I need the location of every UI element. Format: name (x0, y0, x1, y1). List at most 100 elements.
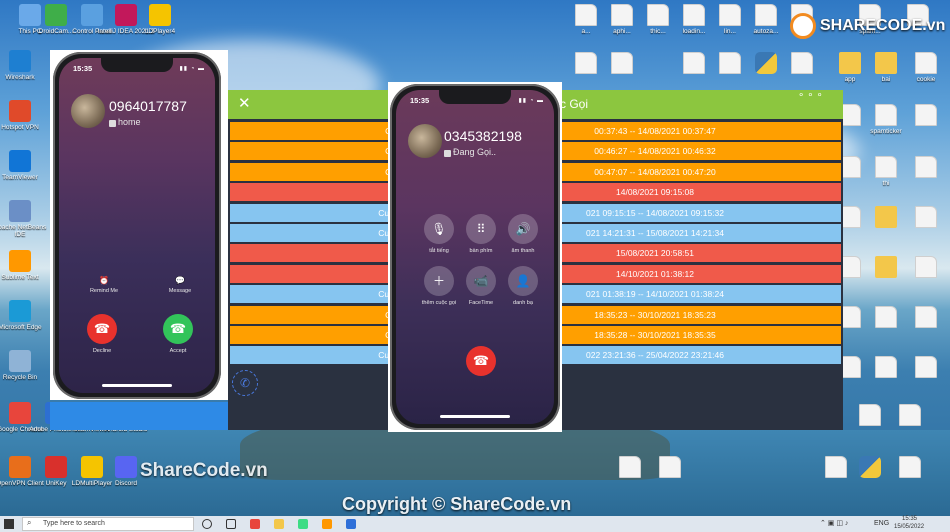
desktop-icon-label: thi (882, 180, 890, 187)
message-icon: 💬 (175, 276, 185, 285)
desktop-icon[interactable]: Apache NetBeans IDE (0, 200, 50, 238)
call-row-time: 14/08/2021 09:15:08 (616, 187, 694, 198)
message-label[interactable]: Message (155, 288, 205, 294)
add-call-button[interactable]: ＋ (424, 266, 454, 296)
call-row-time: 18:35:28 -- 30/10/2021 18:35:35 (594, 330, 716, 340)
desktop-icon-label: Wireshark (5, 74, 35, 81)
call-row-time: 021 14:21:31 -- 15/08/2021 14:21:34 (585, 228, 724, 238)
file-icon (915, 306, 937, 328)
speaker-button[interactable]: 🔊 (508, 214, 538, 244)
call-status: Đang Gọi.. (453, 147, 497, 157)
call-row-time: 00:46:27 -- 14/08/2021 00:46:32 (594, 146, 716, 157)
file-icon (791, 52, 813, 74)
app-icon (9, 50, 31, 72)
notch (439, 90, 511, 104)
home-indicator (440, 415, 510, 418)
logo-badge-icon (790, 13, 816, 39)
desktop-icon[interactable] (896, 256, 950, 280)
tray-icons[interactable]: ⌃ ▣ ◫ ♪ (820, 519, 848, 527)
decline-label: Decline (92, 348, 112, 354)
desktop-icon-label: Recycle Bin (2, 374, 38, 381)
app-icon (115, 456, 137, 478)
desktop-icon[interactable] (806, 456, 866, 480)
logo-text: SHARECODE.vn (820, 17, 946, 34)
file-icon (659, 456, 681, 478)
end-call-button[interactable]: ☎ (466, 346, 496, 376)
caller-number: 0345382198 (444, 128, 522, 144)
desktop-icon[interactable] (896, 156, 950, 180)
watermark-mid: ShareCode.vn (140, 460, 268, 481)
desktop-icon[interactable]: cookie (896, 52, 950, 83)
desktop-icon[interactable] (896, 356, 950, 380)
clock-time[interactable]: 15:35 (902, 516, 917, 522)
status-time: 15:35 (73, 64, 93, 73)
home-icon (109, 120, 116, 127)
close-icon[interactable]: ✕ (238, 94, 251, 112)
desktop-icon[interactable]: LDPlayer4 (130, 4, 190, 35)
file-icon (859, 404, 881, 426)
file-icon (875, 104, 897, 126)
task-view-icon[interactable] (226, 519, 236, 529)
app-icon (9, 250, 31, 272)
desktop-icon[interactable]: Microsoft Edge (0, 300, 50, 331)
folder-icon (875, 206, 897, 228)
phone-incoming: 15:35 ▮▮ ◔ ▬ 0964017787 home ⏰ Remind Me… (53, 52, 221, 399)
explorer-icon[interactable] (274, 519, 284, 529)
desktop-icon-label: Sublime Text (1, 274, 39, 281)
app-icon (149, 4, 171, 26)
sublime-icon[interactable] (322, 519, 332, 529)
facetime-button[interactable]: 📹 (466, 266, 496, 296)
keypad-button[interactable]: ⠿ (466, 214, 496, 244)
cortana-icon[interactable] (202, 519, 212, 529)
call-row-time: 14/10/2021 01:38:12 (616, 268, 694, 279)
file-icon (915, 256, 937, 278)
desktop-icon[interactable]: Recycle Bin (0, 350, 50, 381)
blue-strip (50, 402, 228, 430)
decline-button[interactable]: ☎ (87, 314, 117, 344)
desktop-icon[interactable]: Hotspot VPN (0, 100, 50, 131)
remind-label[interactable]: Remind Me (79, 288, 129, 294)
desktop-icon[interactable] (880, 404, 940, 428)
mute-button[interactable]: 🎙 (424, 214, 454, 244)
status-time: 15:35 (410, 96, 430, 105)
folder-icon (875, 52, 897, 74)
accept-label: Accept (169, 348, 187, 354)
clock-date[interactable]: 15/05/2022 (894, 524, 924, 530)
desktop-icon[interactable] (880, 456, 940, 480)
more-icon[interactable]: ∘∘∘ (798, 90, 826, 101)
watermark-copyright: Copyright © ShareCode.vn (342, 494, 572, 514)
signal-icon: ▮▮ ◔ ▬ (518, 98, 544, 104)
desktop-icon[interactable] (640, 456, 700, 480)
caller-label: home (118, 117, 141, 127)
search-box[interactable]: ⌕ Type here to search (22, 517, 194, 531)
desktop-icon-label: LDPlayer4 (144, 28, 176, 35)
desktop-icon[interactable] (896, 306, 950, 330)
file-icon (915, 104, 937, 126)
lang-indicator[interactable]: ENG (874, 520, 889, 527)
contacts-button[interactable]: 👤 (508, 266, 538, 296)
desktop-icon[interactable]: Wireshark (0, 50, 50, 81)
signal-icon: ▮▮ ◔ ▬ (179, 66, 205, 72)
call-row-time: 15/08/2021 20:58:51 (616, 248, 694, 259)
app-icon (9, 300, 31, 322)
call-row-time: 022 23:21:36 -- 25/04/2022 23:21:46 (585, 350, 724, 361)
file-icon (915, 156, 937, 178)
start-button[interactable] (4, 519, 14, 529)
desktop-icon[interactable]: TeamViewer (0, 150, 50, 181)
chrome-icon[interactable] (250, 519, 260, 529)
file-icon (875, 356, 897, 378)
taskbar: ⌕ Type here to search ⌃ ▣ ◫ ♪ ENG 15:35 … (0, 516, 950, 532)
home-icon (444, 150, 451, 157)
app-icon[interactable] (346, 519, 356, 529)
android-studio-icon[interactable] (298, 519, 308, 529)
fab-call-icon[interactable]: ✆ (232, 370, 258, 396)
speaker-label: âm thanh (511, 248, 535, 254)
desktop-icon[interactable] (896, 206, 950, 230)
desktop-icon[interactable]: Sublime Text (0, 250, 50, 281)
app-icon (9, 200, 31, 222)
desktop-icon[interactable] (896, 104, 950, 128)
accept-button[interactable]: ☎ (163, 314, 193, 344)
caller-avatar (71, 94, 105, 128)
desktop-icon[interactable] (592, 52, 652, 76)
app-icon (9, 100, 31, 122)
